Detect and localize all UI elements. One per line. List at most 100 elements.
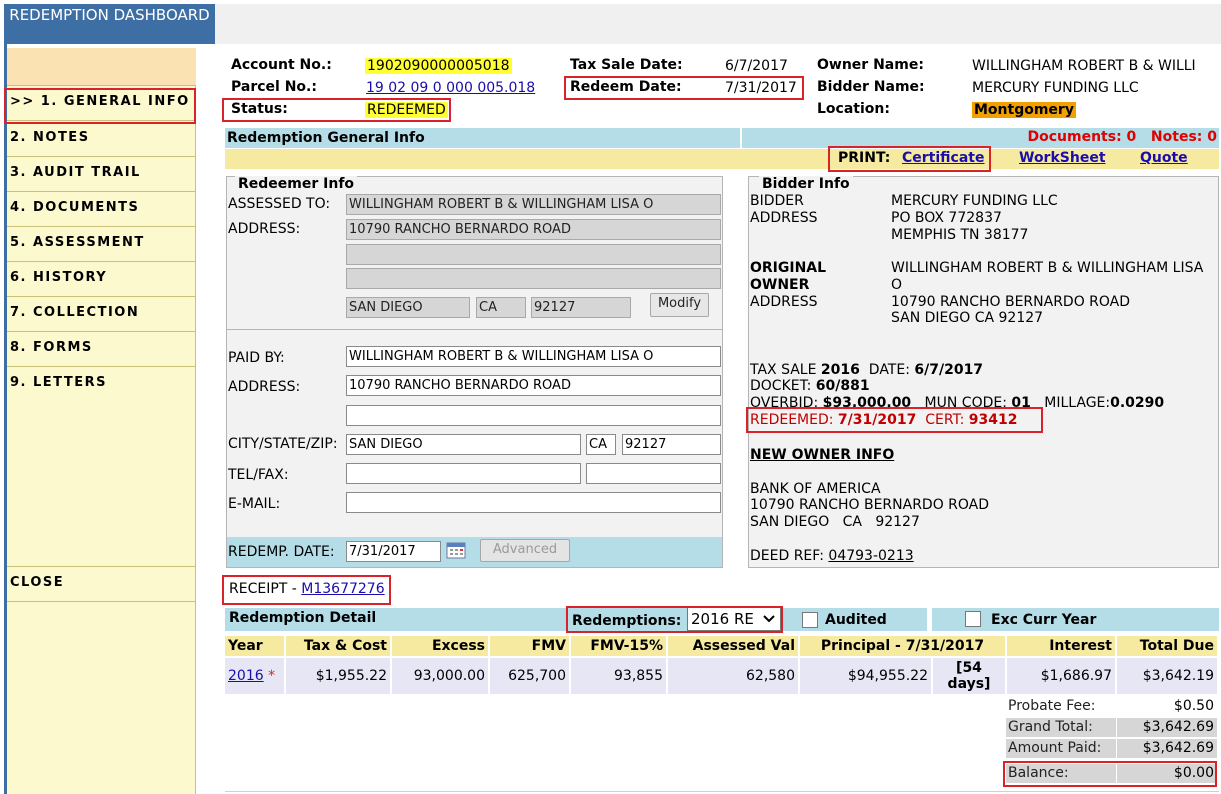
- original-owner-name-2: O: [891, 277, 903, 293]
- worksheet-link[interactable]: WorkSheet: [1019, 150, 1106, 166]
- paid-address-line1-input[interactable]: 10790 RANCHO BERNARDO ROAD: [346, 375, 721, 396]
- tax-sale-date-label-2: DATE:: [868, 362, 910, 378]
- cell-tax-cost: $1,955.22: [286, 658, 390, 694]
- status-label: Status:: [231, 101, 288, 117]
- paid-city-input[interactable]: SAN DIEGO: [346, 434, 581, 455]
- tax-sale-date-label: Tax Sale Date:: [570, 57, 683, 73]
- address-line1-field: 10790 RANCHO BERNARDO ROAD: [346, 219, 721, 240]
- docket-label: DOCKET:: [750, 378, 812, 394]
- original-owner-name-1: WILLINGHAM ROBERT B & WILLINGHAM LISA: [891, 260, 1204, 276]
- cell-days: [54 days]: [933, 658, 1005, 694]
- sidebar-item-forms[interactable]: 8. FORMS: [7, 332, 196, 367]
- cert-value: 93412: [968, 412, 1018, 428]
- detail-title: Redemption Detail: [229, 610, 377, 626]
- column-header-tax-cost: Tax & Cost: [286, 636, 390, 656]
- new-owner-title: NEW OWNER INFO: [750, 447, 895, 463]
- sidebar-item-documents[interactable]: 4. DOCUMENTS: [7, 192, 196, 227]
- overbid-label: OVERBID:: [750, 395, 819, 411]
- parcel-number-link[interactable]: 19 02 09 0 000 005.018: [366, 80, 535, 96]
- sidebar-item-notes[interactable]: 2. NOTES: [7, 122, 196, 157]
- advanced-button[interactable]: Advanced: [480, 539, 570, 562]
- receipt-label: RECEIPT -: [229, 581, 297, 597]
- location-label: Location:: [817, 101, 890, 117]
- email-label: E-MAIL:: [228, 496, 281, 512]
- sidebar: >> 1. GENERAL INFO 2. NOTES 3. AUDIT TRA…: [7, 48, 196, 794]
- location-value: Montgomery: [972, 102, 1076, 118]
- documents-count: Documents: 0: [1027, 129, 1137, 145]
- paid-zip-input[interactable]: 92127: [622, 434, 721, 455]
- paid-state-input[interactable]: CA: [586, 434, 616, 455]
- owner-name-value: WILLINGHAM ROBERT B & WILLI: [972, 58, 1196, 74]
- email-input[interactable]: [346, 492, 721, 513]
- redemptions-select[interactable]: 2016 RE: [687, 607, 781, 631]
- original-addr1: 10790 RANCHO BERNARDO ROAD: [891, 294, 1131, 310]
- sidebar-item-history[interactable]: 6. HISTORY: [7, 262, 196, 297]
- redeemer-legend: Redeemer Info: [235, 176, 358, 192]
- cell-total-due: $3,642.19: [1117, 658, 1217, 694]
- original-address-label: ADDRESS: [750, 294, 818, 310]
- address-label: ADDRESS:: [228, 221, 301, 237]
- receipt-number-link[interactable]: M13677276: [301, 581, 384, 597]
- redeemed-line: REDEEMED: 7/31/2017 CERT: 93412: [750, 412, 1022, 429]
- sidebar-item-letters[interactable]: 9. LETTERS: [7, 367, 196, 567]
- probate-fee-label: Probate Fee:: [1008, 698, 1096, 714]
- sidebar-close[interactable]: CLOSE: [7, 567, 196, 602]
- city-field: SAN DIEGO: [346, 297, 470, 318]
- deed-ref-label: DEED REF:: [750, 548, 824, 564]
- bidder-label: BIDDER: [750, 193, 804, 209]
- tax-sale-date-2: 6/7/2017: [914, 362, 984, 378]
- tel-input[interactable]: [346, 463, 581, 484]
- bidder-name: MERCURY FUNDING LLC: [891, 193, 1058, 209]
- cell-year: 2016 *: [225, 658, 284, 694]
- redeem-date-label: Redeem Date:: [570, 79, 682, 95]
- bidder-addr2: MEMPHIS TN 38177: [891, 227, 1029, 243]
- deed-ref-line: DEED REF: 04793-0213: [750, 548, 914, 565]
- redemp-date-label: REDEMP. DATE:: [228, 544, 335, 560]
- new-owner-name: BANK OF AMERICA: [750, 481, 881, 497]
- status-badge: REDEEMED: [365, 102, 448, 118]
- audited-label: Audited: [825, 612, 887, 628]
- certificate-link[interactable]: Certificate: [902, 150, 984, 166]
- probate-fee-value: $0.50: [1173, 698, 1214, 714]
- overbid-value: $93,000.00: [822, 395, 912, 411]
- general-info-title: Redemption General Info: [225, 128, 740, 148]
- parcel-label: Parcel No.:: [231, 79, 317, 95]
- city-state-zip-label: CITY/STATE/ZIP:: [228, 436, 338, 452]
- paid-address-line2-input[interactable]: [346, 405, 721, 426]
- sidebar-top-spacer: [7, 48, 196, 86]
- exc-curr-year-label: Exc Curr Year: [991, 612, 1097, 628]
- redemp-date-input[interactable]: 7/31/2017: [346, 541, 441, 562]
- deed-ref-link[interactable]: 04793-0213: [828, 548, 913, 564]
- sidebar-item-collection[interactable]: 7. COLLECTION: [7, 297, 196, 332]
- cell-principal: $94,955.22: [800, 658, 931, 694]
- mun-code-value: 01: [1011, 395, 1031, 411]
- bidder-name-label: Bidder Name:: [817, 79, 925, 95]
- redeemed-label: REDEEMED:: [750, 412, 834, 428]
- tax-sale-label: TAX SALE: [750, 362, 817, 378]
- sidebar-item-assessment[interactable]: 5. ASSESSMENT: [7, 227, 196, 262]
- balance-label: Balance:: [1006, 764, 1116, 783]
- modify-button[interactable]: Modify: [650, 293, 709, 317]
- sidebar-item-general-info[interactable]: >> 1. GENERAL INFO: [7, 86, 196, 121]
- exc-curr-year-checkbox[interactable]: [965, 611, 981, 627]
- sidebar-item-audit-trail[interactable]: 3. AUDIT TRAIL: [7, 157, 196, 192]
- year-star: *: [268, 668, 276, 684]
- mun-code-label: MUN CODE:: [924, 395, 1007, 411]
- quote-link[interactable]: Quote: [1140, 150, 1188, 166]
- balance-value: $0.00: [1117, 764, 1217, 783]
- year-link[interactable]: 2016: [228, 668, 264, 684]
- new-owner-addr2: SAN DIEGO CA 92127: [750, 514, 920, 530]
- redeemer-panel: Redeemer Info ASSESSED TO: WILLINGHAM RO…: [226, 176, 723, 568]
- millage-value: 0.0290: [1110, 395, 1165, 411]
- paid-address-label: ADDRESS:: [228, 379, 301, 395]
- redeemer-divider: [227, 329, 722, 330]
- zip-field: 92127: [531, 297, 631, 318]
- bidder-legend: Bidder Info: [759, 176, 853, 192]
- paid-by-input[interactable]: WILLINGHAM ROBERT B & WILLINGHAM LISA O: [346, 346, 721, 367]
- tax-sale-year: 2016: [820, 362, 860, 378]
- fax-input[interactable]: [586, 463, 721, 484]
- address-line3-field: [346, 268, 721, 289]
- original-owner-label-1: ORIGINAL: [750, 260, 827, 276]
- calendar-icon[interactable]: [446, 541, 466, 559]
- audited-checkbox[interactable]: [802, 612, 818, 628]
